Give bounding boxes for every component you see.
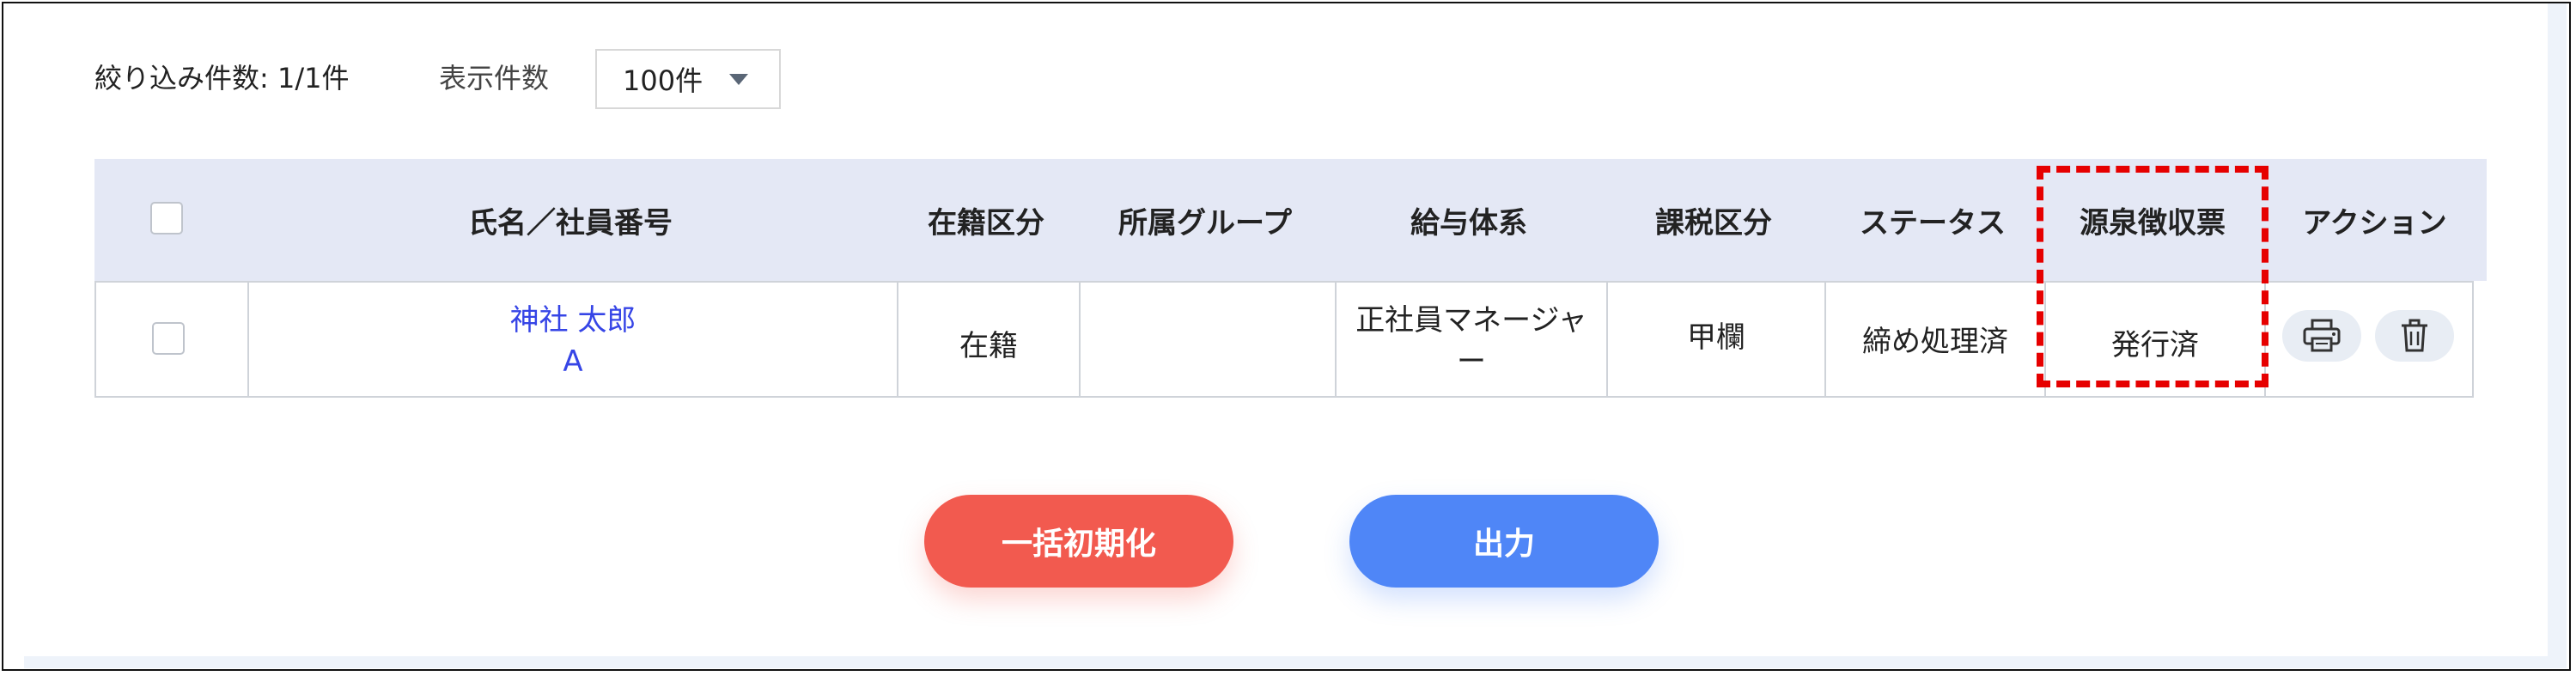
cell-enrollment: 在籍: [898, 281, 1079, 396]
cell-status: 締め処理済: [1826, 281, 2044, 396]
cell-pay-system: 正社員マネージャ ー: [1337, 281, 1606, 396]
header-pay-system[interactable]: 給与体系: [1333, 159, 1605, 281]
pay-system-value-cont: ー: [1457, 344, 1486, 379]
bulk-reset-button[interactable]: 一括初期化: [924, 495, 1233, 588]
status-value: 締め処理済: [1862, 324, 2008, 359]
display-count-label: 表示件数: [439, 62, 550, 94]
table-header: 氏名／社員番号 在籍区分 所属グループ 給与体系 課税区分 ステータス 源泉徴収…: [94, 159, 2487, 281]
cell-group: [1081, 281, 1335, 396]
header-withholding-slip[interactable]: 源泉徴収票: [2043, 159, 2262, 281]
cell-withholding-slip: 発行済: [2046, 281, 2264, 396]
header-enrollment[interactable]: 在籍区分: [895, 159, 1077, 281]
pay-system-value: 正社員マネージャ: [1355, 303, 1587, 338]
employee-name-link[interactable]: 神社 太郎: [510, 300, 636, 341]
column-divider: [2264, 281, 2266, 396]
tax-class-value: 甲欄: [1687, 320, 1745, 355]
cell-name: 神社 太郎 A: [249, 281, 897, 396]
filter-count-label: 絞り込み件数: 1/1件: [94, 62, 350, 94]
background-strip: [24, 656, 2567, 668]
print-button[interactable]: [2282, 310, 2361, 362]
header-name[interactable]: 氏名／社員番号: [246, 159, 895, 281]
delete-button[interactable]: [2375, 310, 2454, 362]
row-checkbox[interactable]: [152, 322, 185, 355]
header-tax-class[interactable]: 課税区分: [1605, 159, 1823, 281]
row-divider: [94, 281, 2474, 283]
printer-icon: [2303, 319, 2341, 352]
select-all-checkbox[interactable]: [150, 202, 183, 234]
withholding-slip-value: 発行済: [2111, 327, 2199, 362]
display-count-select[interactable]: 100件: [595, 49, 781, 109]
table-row: 神社 太郎 A 在籍 正社員マネージャ ー 甲欄 締め処理済 発行済: [94, 281, 2474, 398]
header-group[interactable]: 所属グループ: [1077, 159, 1333, 281]
employee-number-link[interactable]: A: [563, 341, 582, 382]
trash-icon: [2402, 319, 2427, 352]
export-button[interactable]: 出力: [1349, 495, 1659, 588]
caret-down-icon: [729, 74, 748, 85]
display-count-value: 100件: [623, 64, 703, 97]
header-action: アクション: [2302, 205, 2447, 241]
enrollment-value: 在籍: [959, 328, 1018, 363]
header-status[interactable]: ステータス: [1823, 159, 2043, 281]
cell-tax-class: 甲欄: [1608, 281, 1824, 396]
background-strip-right: [2548, 3, 2567, 668]
